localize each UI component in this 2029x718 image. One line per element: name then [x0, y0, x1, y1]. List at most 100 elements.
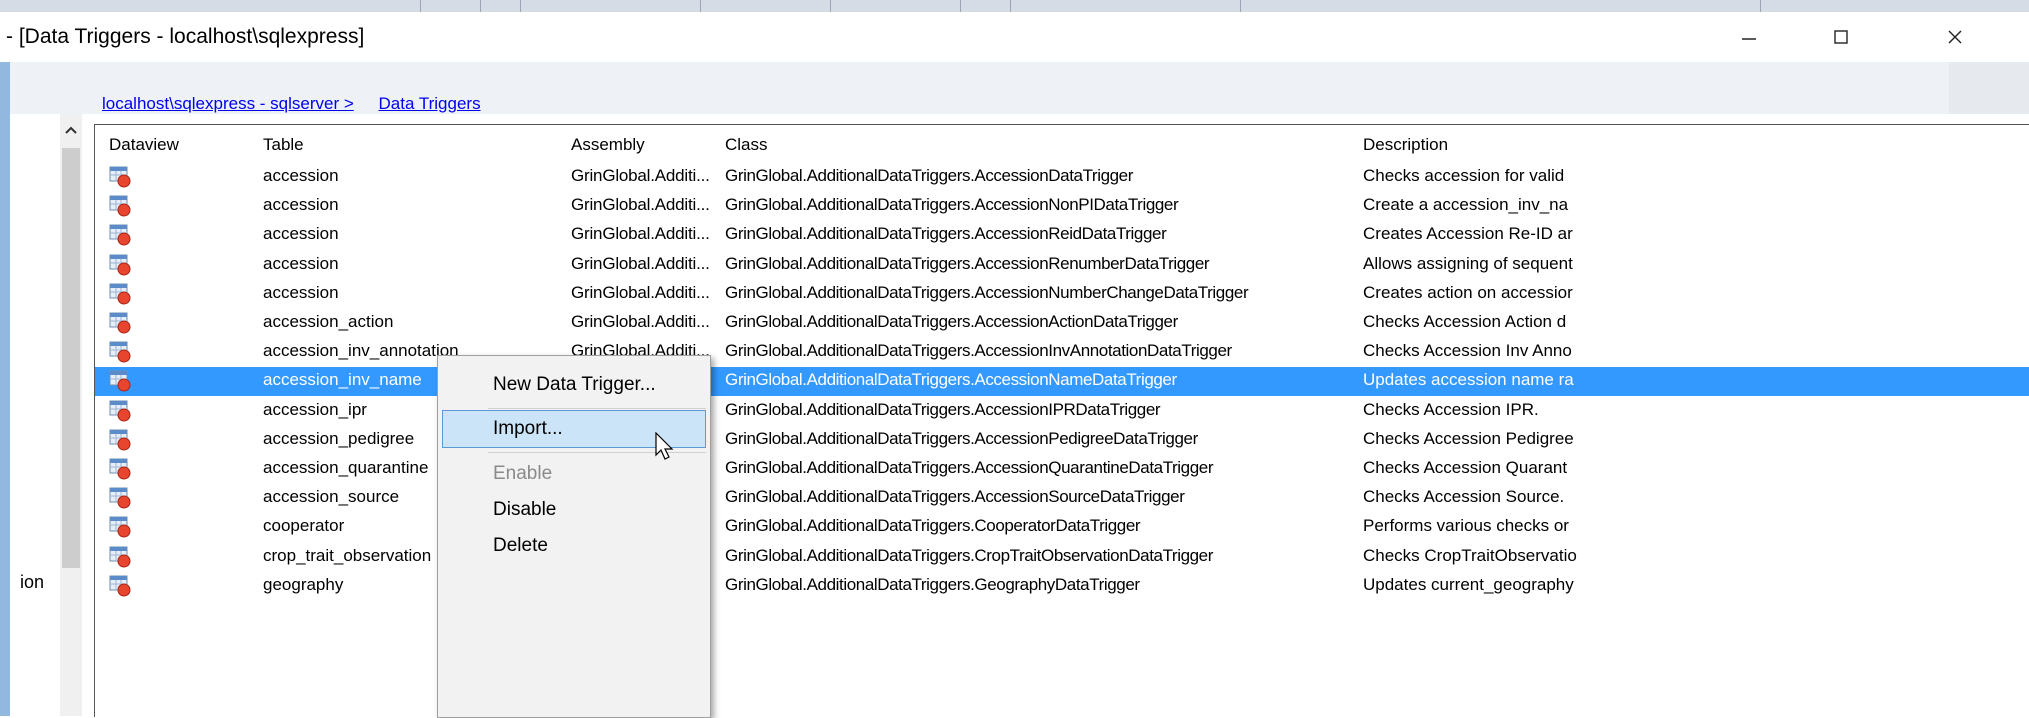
class-cell: GrinGlobal.AdditionalDataTriggers.Access…: [725, 487, 1185, 507]
table-row[interactable]: crop_trait_observation GrinGlobal.Additio…: [95, 543, 2029, 572]
column-header-table[interactable]: Table: [263, 135, 304, 155]
description-cell: Checks Accession Source.: [1363, 487, 1565, 507]
table-cell: accession: [263, 195, 339, 215]
table-row[interactable]: accession GrinGlobal.Additi... GrinGlobal.…: [95, 163, 2029, 192]
close-button[interactable]: [1887, 12, 2029, 62]
scroll-up-button[interactable]: [60, 114, 82, 146]
description-cell: Checks CropTraitObservatio: [1363, 545, 1577, 565]
breadcrumb-server-link[interactable]: localhost\sqlexpress - sqlserver >: [102, 94, 354, 113]
description-cell: Performs various checks or: [1363, 516, 1569, 536]
menu-item-new-data-trigger[interactable]: New Data Trigger...: [438, 365, 710, 405]
class-cell: GrinGlobal.AdditionalDataTriggers.Access…: [725, 428, 1198, 448]
column-header-class[interactable]: Class: [725, 135, 768, 155]
class-cell: GrinGlobal.AdditionalDataTriggers.Access…: [725, 166, 1133, 185]
class-cell: GrinGlobal.AdditionalDataTriggers.Access…: [725, 312, 1178, 331]
scroll-thumb[interactable]: [62, 148, 80, 568]
class-cell: GrinGlobal.AdditionalDataTriggers.Access…: [725, 370, 1177, 390]
close-icon: [1948, 30, 1962, 44]
column-header-description[interactable]: Description: [1363, 135, 1448, 155]
window-edge: [0, 62, 10, 716]
table-row[interactable]: accession_pedigree GrinGlobal.AdditionalD…: [95, 426, 2029, 455]
class-cell: GrinGlobal.AdditionalDataTriggers.Access…: [725, 195, 1179, 215]
table-cell: accession: [263, 224, 339, 244]
table-cell: accession_action: [263, 312, 394, 331]
class-cell: GrinGlobal.AdditionalDataTriggers.CropTr…: [725, 545, 1213, 565]
table-row[interactable]: accession_action GrinGlobal.Additi... Grin…: [95, 309, 2029, 338]
description-cell: Checks Accession Inv Anno: [1363, 341, 1572, 361]
assembly-cell: GrinGlobal.Additi...: [571, 224, 710, 244]
table-row[interactable]: geography GrinGlobal.AdditionalDataTrigge…: [95, 572, 2029, 601]
table-cell: accession: [263, 282, 339, 302]
dataview-icon: [109, 166, 131, 188]
description-cell: Create a accession_inv_na: [1363, 195, 1569, 215]
table-row[interactable]: accession_inv_annotation GrinGlobal.Addit…: [95, 338, 2029, 367]
description-cell: Creates Accession Re-ID ar: [1363, 224, 1573, 244]
description-cell: Checks Accession Pedigree: [1363, 428, 1574, 448]
menu-item-delete[interactable]: Delete: [438, 526, 710, 566]
table-row[interactable]: cooperator GrinGlobal.AdditionalDataTrigg…: [95, 513, 2029, 542]
class-cell: GrinGlobal.AdditionalDataTriggers.Access…: [725, 282, 1249, 302]
table-row[interactable]: accession_inv_nameGrinGlobal.Additi...Gr…: [95, 367, 2029, 397]
table-row[interactable]: accession_source GrinGlobal.AdditionalDat…: [95, 484, 2029, 513]
tree-scrollbar[interactable]: [60, 114, 82, 716]
table-row[interactable]: accession_quarantine GrinGlobal.Additiona…: [95, 455, 2029, 484]
dataview-icon: [109, 370, 131, 392]
table-row[interactable]: accession GrinGlobal.Additi... GrinGlobal.…: [95, 221, 2029, 250]
assembly-cell: GrinGlobal.Additi...: [571, 312, 710, 331]
class-cell: GrinGlobal.AdditionalDataTriggers.Cooper…: [725, 516, 1141, 536]
table-row[interactable]: accession GrinGlobal.Additi... GrinGlobal.…: [95, 192, 2029, 221]
data-triggers-grid[interactable]: Dataview Table Assembly Class Descriptio…: [94, 124, 2029, 717]
class-cell: GrinGlobal.AdditionalDataTriggers.Access…: [725, 341, 1232, 361]
description-cell: Checks Accession Quarant: [1363, 458, 1568, 477]
dataview-icon: [109, 341, 131, 363]
table-cell: accession: [263, 253, 339, 273]
dataview-icon: [109, 575, 131, 597]
breadcrumb: localhost\sqlexpress - sqlserver > Data …: [102, 94, 481, 114]
dataview-icon: [109, 516, 131, 538]
class-cell: GrinGlobal.AdditionalDataTriggers.Access…: [725, 458, 1214, 477]
table-row[interactable]: accession GrinGlobal.Additi... GrinGlobal.…: [95, 280, 2029, 309]
chevron-up-icon: [65, 126, 77, 134]
class-cell: GrinGlobal.AdditionalDataTriggers.Access…: [725, 399, 1161, 419]
dataview-icon: [109, 283, 131, 305]
description-cell: Updates accession name ra: [1363, 370, 1574, 390]
maximize-button[interactable]: [1795, 12, 1887, 62]
dataview-icon: [109, 429, 131, 451]
tree-item-label[interactable]: ion: [20, 572, 44, 593]
maximize-icon: [1834, 30, 1848, 44]
minimize-icon: [1742, 38, 1756, 40]
assembly-cell: GrinGlobal.Additi...: [571, 282, 710, 302]
table-row[interactable]: accession_ipr GrinGlobal.AdditionalDataTr…: [95, 397, 2029, 426]
title-bar: - [Data Triggers - localhost\sqlexpress]: [0, 12, 2029, 62]
dataview-icon: [109, 458, 131, 480]
description-cell: Checks Accession IPR.: [1363, 399, 1539, 419]
window-title: - [Data Triggers - localhost\sqlexpress]: [6, 25, 365, 48]
menu-item-disable[interactable]: Disable: [438, 490, 710, 530]
table-row[interactable]: accession GrinGlobal.Additi... GrinGlobal.…: [95, 251, 2029, 280]
description-cell: Updates current_geography: [1363, 574, 1574, 594]
dataview-icon: [109, 400, 131, 422]
dataview-icon: [109, 487, 131, 509]
dataview-icon: [109, 254, 131, 276]
table-cell: accession: [263, 166, 339, 185]
column-header-assembly[interactable]: Assembly: [571, 135, 645, 155]
description-cell: Checks accession for valid: [1363, 166, 1565, 185]
mouse-pointer-icon: [655, 432, 674, 460]
class-cell: GrinGlobal.AdditionalDataTriggers.Access…: [725, 253, 1210, 273]
dataview-icon: [109, 224, 131, 246]
dataview-icon: [109, 312, 131, 334]
description-cell: Checks Accession Action d: [1363, 312, 1567, 331]
description-cell: Allows assigning of sequent: [1363, 253, 1573, 273]
class-cell: GrinGlobal.AdditionalDataTriggers.Geogra…: [725, 574, 1140, 594]
breadcrumb-current-link[interactable]: Data Triggers: [379, 94, 481, 113]
context-menu: New Data Trigger... Import... Enable Dis…: [437, 355, 711, 718]
description-cell: Creates action on accessior: [1363, 282, 1573, 302]
dataview-icon: [109, 546, 131, 568]
class-cell: GrinGlobal.AdditionalDataTriggers.Access…: [725, 224, 1167, 244]
minimize-button[interactable]: [1703, 12, 1795, 62]
assembly-cell: GrinGlobal.Additi...: [571, 166, 710, 185]
column-header-dataview[interactable]: Dataview: [109, 135, 179, 155]
assembly-cell: GrinGlobal.Additi...: [571, 195, 710, 215]
assembly-cell: GrinGlobal.Additi...: [571, 253, 710, 273]
dataview-icon: [109, 195, 131, 217]
